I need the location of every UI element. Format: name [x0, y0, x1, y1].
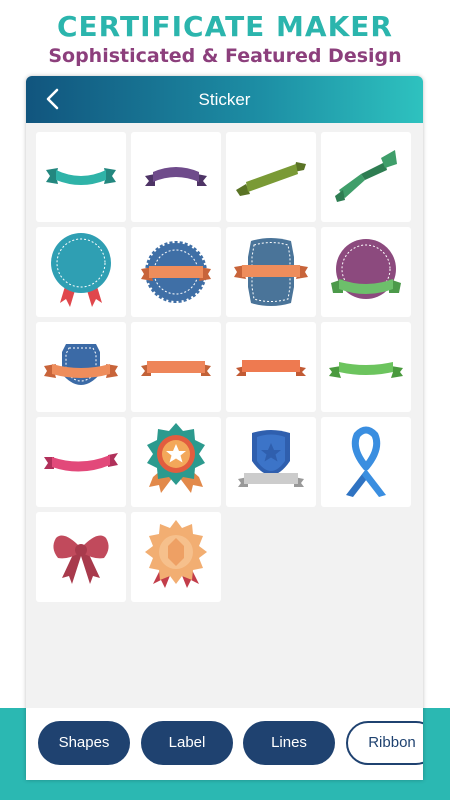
star-medal-sticker: [147, 423, 205, 493]
page-title: Sticker: [198, 90, 251, 109]
ribbon-banner-coral-sticker: [236, 360, 306, 376]
tab-label[interactable]: Label: [141, 721, 233, 765]
seal-blue-orange-banner-sticker: [141, 241, 211, 303]
sticker-ribbon-pink[interactable]: [36, 417, 126, 507]
sticker-awareness-ribbon[interactable]: [321, 417, 411, 507]
app-bar: Sticker: [26, 76, 423, 123]
tab-shapes[interactable]: Shapes: [38, 721, 130, 765]
rosette-peach-sticker: [145, 520, 207, 588]
sticker-ribbon-lightgreen[interactable]: [321, 322, 411, 412]
sticker-circle-purple-green[interactable]: [321, 227, 411, 317]
sticker-ribbon-zigzag-green[interactable]: [321, 132, 411, 222]
promo-title: CERTIFICATE MAKER: [57, 10, 393, 43]
bow-red-sticker: [53, 535, 109, 584]
sticker-rosette-peach[interactable]: [131, 512, 221, 602]
ribbon-banner-orange-sticker: [141, 361, 211, 376]
ribbon-banner-purple-sticker: [145, 167, 207, 186]
sticker-ribbon-orange[interactable]: [131, 322, 221, 412]
awareness-ribbon-blue-sticker: [346, 426, 386, 497]
tab-ribbon[interactable]: Ribbon: [346, 721, 423, 765]
ribbon-zigzag-green-sticker: [335, 150, 397, 202]
ribbon-banner-pink-sticker: [44, 453, 118, 472]
ribbon-banner-olive-sticker: [236, 162, 306, 196]
ribbon-banner-teal-sticker: [46, 168, 116, 185]
sticker-shield-star[interactable]: [226, 417, 316, 507]
promo-subtitle: Sophisticated & Featured Design: [48, 45, 402, 67]
shield-blue-orange-banner-sticker: [44, 344, 118, 385]
app-screen: Sticker Shapes Label Lines Ribbon: [26, 76, 423, 780]
tab-lines[interactable]: Lines: [243, 721, 335, 765]
sticker-star-medal[interactable]: [131, 417, 221, 507]
sticker-ribbon-olive[interactable]: [226, 132, 316, 222]
sticker-seal-blue-orange[interactable]: [131, 227, 221, 317]
sticker-badge-teal[interactable]: [36, 227, 126, 317]
category-tab-bar: Shapes Label Lines Ribbon: [26, 708, 423, 780]
sticker-label-slate-orange[interactable]: [226, 227, 316, 317]
sticker-ribbon-purple[interactable]: [131, 132, 221, 222]
badge-teal-ribbon-sticker: [51, 233, 111, 307]
label-slate-orange-banner-sticker: [234, 238, 308, 306]
shield-star-banner-sticker: [238, 430, 304, 487]
sticker-bow-red[interactable]: [36, 512, 126, 602]
sticker-ribbon-teal[interactable]: [36, 132, 126, 222]
sticker-ribbon-coral[interactable]: [226, 322, 316, 412]
circle-purple-green-banner-sticker: [331, 239, 401, 299]
sticker-shield-blue-orange[interactable]: [36, 322, 126, 412]
ribbon-banner-lightgreen-sticker: [329, 362, 403, 378]
